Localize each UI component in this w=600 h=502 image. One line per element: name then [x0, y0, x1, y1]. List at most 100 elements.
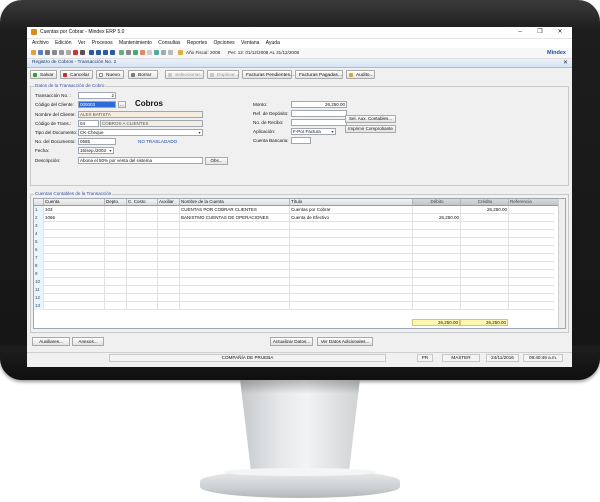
- new-button[interactable]: Nuevo: [96, 70, 124, 79]
- cell-referencia[interactable]: [509, 254, 561, 262]
- cell-nombre[interactable]: [180, 270, 290, 278]
- previous-record-icon[interactable]: [96, 50, 101, 55]
- description-field[interactable]: Abona el 50% por venta del sistema: [78, 157, 203, 164]
- cell-debito[interactable]: [413, 278, 461, 286]
- cell-auxiliar[interactable]: [158, 222, 180, 230]
- delete-icon[interactable]: [73, 50, 78, 55]
- table-row[interactable]: 13: [34, 302, 561, 310]
- cell-auxiliar[interactable]: [158, 230, 180, 238]
- copy-icon[interactable]: [59, 50, 64, 55]
- cell-referencia[interactable]: [509, 246, 561, 254]
- grid-header-auxiliar[interactable]: Auxiliar: [158, 199, 180, 206]
- cell-ccosto[interactable]: [127, 302, 158, 310]
- cell-titulo[interactable]: [290, 286, 413, 294]
- cell-ccosto[interactable]: [127, 286, 158, 294]
- paid-invoices-button[interactable]: Facturas Pagadas...: [295, 70, 343, 79]
- table-row[interactable]: 2 1066 BANISTMO CUENTAS DE OPERACIONES Cuen…: [34, 214, 561, 222]
- table-row[interactable]: 6: [34, 246, 561, 254]
- delete-button[interactable]: Borrar: [128, 70, 158, 79]
- cell-debito[interactable]: [413, 294, 461, 302]
- cell-ccosto[interactable]: [127, 230, 158, 238]
- cell-credito[interactable]: [461, 302, 509, 310]
- update-data-button[interactable]: Actualizar Datos...: [270, 337, 313, 346]
- cell-auxiliar[interactable]: [158, 262, 180, 270]
- calendar-icon[interactable]: [154, 50, 159, 55]
- cell-ccosto[interactable]: [127, 222, 158, 230]
- client-code-field[interactable]: 000003: [78, 101, 116, 108]
- calculator-icon[interactable]: [147, 50, 152, 55]
- grid-header-debito[interactable]: Débito: [413, 199, 461, 206]
- cell-credito[interactable]: [461, 238, 509, 246]
- cell-credito[interactable]: [461, 254, 509, 262]
- grid-header-depto[interactable]: Depto.: [105, 199, 127, 206]
- cell-cuenta[interactable]: 103: [44, 206, 105, 214]
- cell-auxiliar[interactable]: [158, 302, 180, 310]
- menu-reportes[interactable]: Reportes: [187, 40, 207, 46]
- cell-cuenta[interactable]: [44, 278, 105, 286]
- cell-debito[interactable]: [413, 286, 461, 294]
- cell-ccosto[interactable]: [127, 254, 158, 262]
- next-record-icon[interactable]: [103, 50, 108, 55]
- print-icon[interactable]: [45, 50, 50, 55]
- cell-auxiliar[interactable]: [158, 294, 180, 302]
- cell-nombre[interactable]: [180, 230, 290, 238]
- menu-ver[interactable]: Ver: [78, 40, 86, 46]
- client-lookup-button[interactable]: ...: [118, 101, 126, 108]
- cell-depto[interactable]: [105, 254, 127, 262]
- cell-ccosto[interactable]: [127, 294, 158, 302]
- menu-ventana[interactable]: Ventana: [241, 40, 259, 46]
- cell-cuenta[interactable]: [44, 246, 105, 254]
- cell-titulo[interactable]: [290, 246, 413, 254]
- cut-icon[interactable]: [52, 50, 57, 55]
- first-record-icon[interactable]: [89, 50, 94, 55]
- cell-auxiliar[interactable]: [158, 214, 180, 222]
- cell-credito[interactable]: [461, 270, 509, 278]
- save-button[interactable]: Salvar: [30, 70, 57, 79]
- obs-button[interactable]: Obs...: [205, 157, 228, 165]
- cell-depto[interactable]: [105, 230, 127, 238]
- cell-titulo[interactable]: [290, 238, 413, 246]
- grid-header-referencia[interactable]: Referencia: [509, 199, 561, 206]
- cell-depto[interactable]: [105, 294, 127, 302]
- cell-titulo[interactable]: [290, 278, 413, 286]
- paste-icon[interactable]: [66, 50, 71, 55]
- cell-debito[interactable]: [413, 222, 461, 230]
- cancel-button[interactable]: Cancelar: [60, 70, 93, 79]
- table-row[interactable]: 10: [34, 278, 561, 286]
- cell-titulo[interactable]: [290, 270, 413, 278]
- cell-nombre[interactable]: [180, 286, 290, 294]
- cell-credito[interactable]: [461, 246, 509, 254]
- table-row[interactable]: 5: [34, 238, 561, 246]
- cell-debito[interactable]: [413, 262, 461, 270]
- cell-referencia[interactable]: [509, 294, 561, 302]
- cell-debito[interactable]: [413, 206, 461, 214]
- cell-cuenta[interactable]: [44, 238, 105, 246]
- cell-referencia[interactable]: [509, 278, 561, 286]
- cell-referencia[interactable]: [509, 230, 561, 238]
- cell-ccosto[interactable]: [127, 238, 158, 246]
- doc-no-field[interactable]: 0585: [78, 138, 116, 145]
- cell-depto[interactable]: [105, 278, 127, 286]
- table-row[interactable]: 1 103 CUENTAS POR COBRAR CLIENTES Cuentas p…: [34, 206, 561, 214]
- grid-header-credito[interactable]: Crédito: [461, 199, 509, 206]
- cell-depto[interactable]: [105, 286, 127, 294]
- cell-depto[interactable]: [105, 262, 127, 270]
- exit-icon[interactable]: [168, 50, 173, 55]
- table-row[interactable]: 4: [34, 230, 561, 238]
- minimize-button[interactable]: –: [510, 28, 530, 37]
- cell-credito[interactable]: 26,250.00: [461, 206, 509, 214]
- menu-consultas[interactable]: Consultas: [158, 40, 180, 46]
- undo-icon[interactable]: [80, 50, 85, 55]
- grid-header-ccosto[interactable]: C. Costo: [127, 199, 158, 206]
- cell-cuenta[interactable]: [44, 262, 105, 270]
- cell-auxiliar[interactable]: [158, 270, 180, 278]
- cell-depto[interactable]: [105, 246, 127, 254]
- grid-header-titulo[interactable]: Título: [290, 199, 413, 206]
- cell-auxiliar[interactable]: [158, 254, 180, 262]
- refresh-icon[interactable]: [119, 50, 124, 55]
- print-receipt-button[interactable]: Imprimir Comprobante: [345, 125, 396, 133]
- duplicate-button[interactable]: Duplicar...: [207, 70, 239, 79]
- cell-nombre[interactable]: [180, 222, 290, 230]
- application-select[interactable]: F-Por Factura ▾: [291, 128, 336, 135]
- table-row[interactable]: 11: [34, 286, 561, 294]
